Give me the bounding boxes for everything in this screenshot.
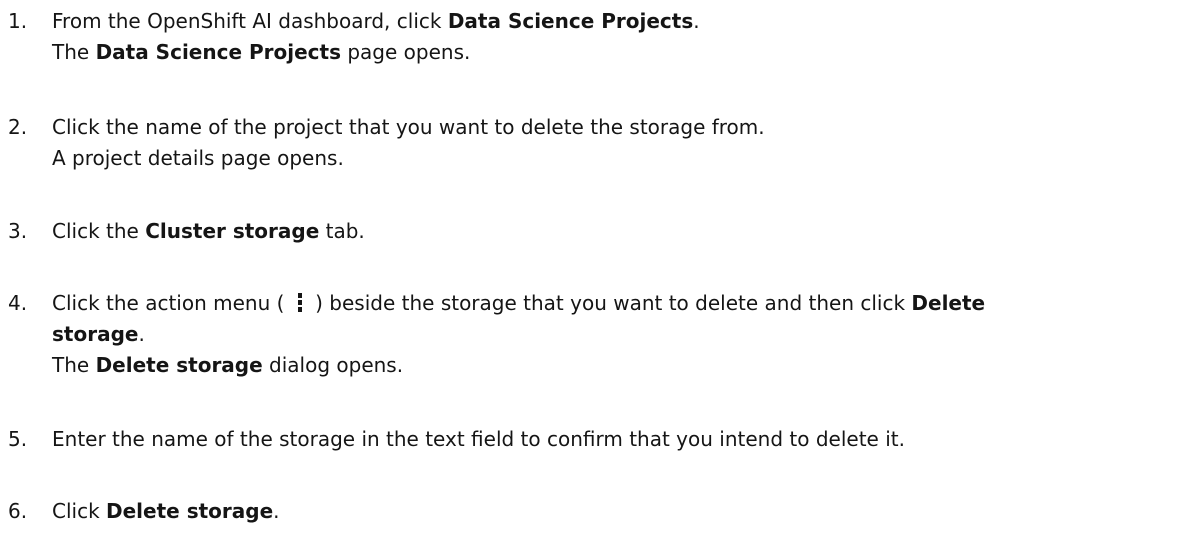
step-6: 6. Click Delete storage.: [0, 496, 1202, 527]
ui-term-data-science-projects: Data Science Projects: [95, 40, 341, 64]
ui-term-delete-storage: Delete storage: [106, 499, 274, 523]
step-4-line-1: Click the action menu ( ) beside the sto…: [52, 291, 986, 315]
step-1: 1. From the OpenShift AI dashboard, clic…: [0, 6, 1202, 68]
ui-term-storage: storage: [52, 322, 139, 346]
ui-term-delete: Delete: [911, 291, 986, 315]
kebab-menu-icon: [295, 291, 305, 313]
procedure-steps: 1. From the OpenShift AI dashboard, clic…: [0, 0, 1202, 534]
step-6-line-1: Click Delete storage.: [52, 499, 280, 523]
step-2-line-1: Click the name of the project that you w…: [52, 115, 765, 139]
step-4-line-3: The Delete storage dialog opens.: [52, 353, 404, 377]
step-2: 2. Click the name of the project that yo…: [0, 112, 1202, 174]
ui-term-data-science-projects: Data Science Projects: [447, 9, 694, 33]
step-3: 3. Click the Cluster storage tab.: [0, 216, 1202, 247]
step-1-line-1: From the OpenShift AI dashboard, click D…: [52, 9, 700, 33]
step-4-line-2: storage.: [52, 322, 145, 346]
step-5: 5. Enter the name of the storage in the …: [0, 424, 1202, 455]
ui-term-cluster-storage: Cluster storage: [145, 219, 320, 243]
step-3-line-1: Click the Cluster storage tab.: [52, 219, 365, 243]
step-5-line-1: Enter the name of the storage in the tex…: [52, 427, 905, 451]
ui-term-delete-storage: Delete storage: [95, 353, 263, 377]
step-1-line-2: The Data Science Projects page opens.: [52, 40, 471, 64]
step-2-line-2: A project details page opens.: [52, 146, 344, 170]
step-4: 4. Click the action menu ( ) beside the …: [0, 288, 1202, 381]
